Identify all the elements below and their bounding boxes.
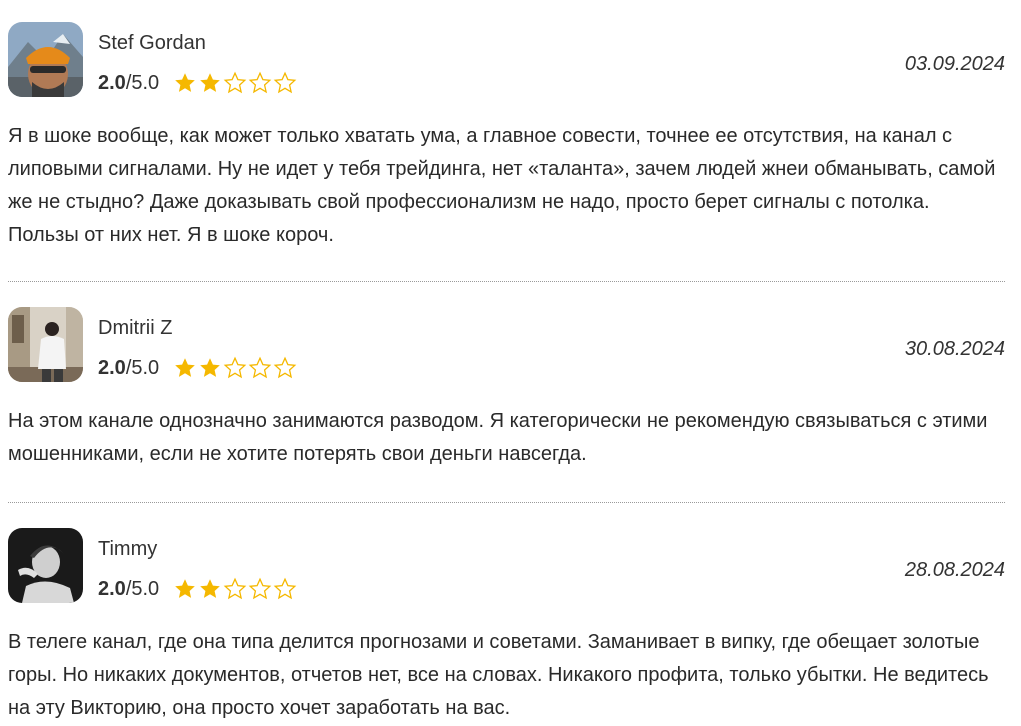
star-empty-icon xyxy=(273,577,297,600)
star-filled-icon xyxy=(200,358,220,377)
review-date: 30.08.2024 xyxy=(904,338,1005,360)
rating-max: /5.0 xyxy=(125,577,160,600)
rating-max: /5.0 xyxy=(125,71,160,94)
review-text: Я в шоке вообще, как может только хватат… xyxy=(8,125,996,246)
star-empty-icon xyxy=(223,356,247,379)
rating: 2.0/5.0 xyxy=(98,71,297,95)
star-filled-icon xyxy=(175,358,195,377)
star-rating xyxy=(173,71,297,95)
rating-max: /5.0 xyxy=(125,356,160,379)
rating-score: 2.0 xyxy=(98,356,126,379)
author-name: Stef Gordan xyxy=(98,32,206,54)
review-text: На этом канале однозначно занимаются раз… xyxy=(8,410,988,465)
star-rating xyxy=(173,577,297,601)
avatar xyxy=(8,307,83,382)
avatar xyxy=(8,528,83,603)
divider xyxy=(8,502,1005,503)
star-empty-icon xyxy=(248,577,272,600)
star-empty-icon xyxy=(273,71,297,94)
star-filled-icon xyxy=(175,579,195,598)
star-rating xyxy=(173,356,297,380)
star-filled-icon xyxy=(175,73,195,92)
star-empty-icon xyxy=(223,71,247,94)
author-name: Timmy xyxy=(98,538,158,560)
review-date: 03.09.2024 xyxy=(904,53,1005,75)
avatar xyxy=(8,22,83,97)
rating: 2.0/5.0 xyxy=(98,356,297,380)
rating: 2.0/5.0 xyxy=(98,577,297,601)
star-empty-icon xyxy=(248,356,272,379)
divider xyxy=(8,281,1005,282)
review-text: В телеге канал, где она типа делится про… xyxy=(8,631,989,719)
review-date: 28.08.2024 xyxy=(904,559,1005,581)
rating-score: 2.0 xyxy=(98,71,126,94)
rating-score: 2.0 xyxy=(98,577,126,600)
star-empty-icon xyxy=(248,71,272,94)
star-empty-icon xyxy=(223,577,247,600)
star-empty-icon xyxy=(273,356,297,379)
author-name: Dmitrii Z xyxy=(98,317,173,339)
star-filled-icon xyxy=(200,579,220,598)
star-filled-icon xyxy=(200,73,220,92)
